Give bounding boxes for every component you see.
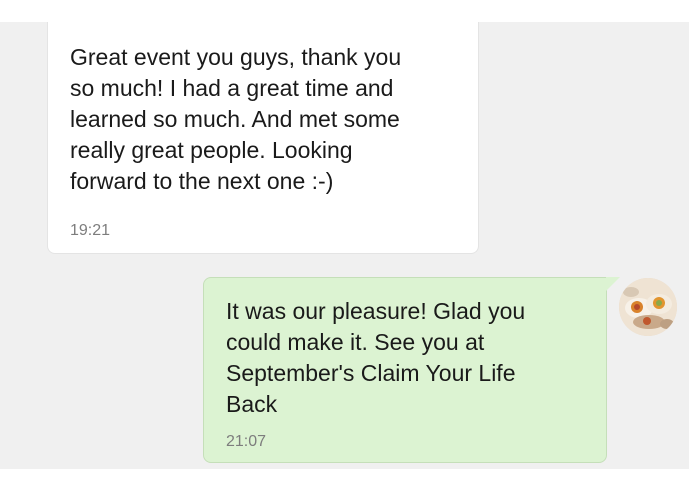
- avatar[interactable]: [619, 278, 677, 336]
- message-bubble-incoming: Great event you guys, thank you so much!…: [47, 22, 479, 254]
- message-timestamp: 21:07: [226, 433, 267, 450]
- message-bubble-outgoing: It was our pleasure! Glad you could make…: [203, 277, 607, 463]
- chat-conversation: Great event you guys, thank you so much!…: [0, 22, 689, 469]
- user-avatar-photo-icon: [619, 278, 677, 336]
- message-text: Great event you guys, thank you so much!…: [70, 44, 402, 194]
- message-timestamp: 19:21: [70, 222, 111, 239]
- message-text: It was our pleasure! Glad you could make…: [226, 298, 526, 417]
- bubble-tail: [606, 277, 620, 291]
